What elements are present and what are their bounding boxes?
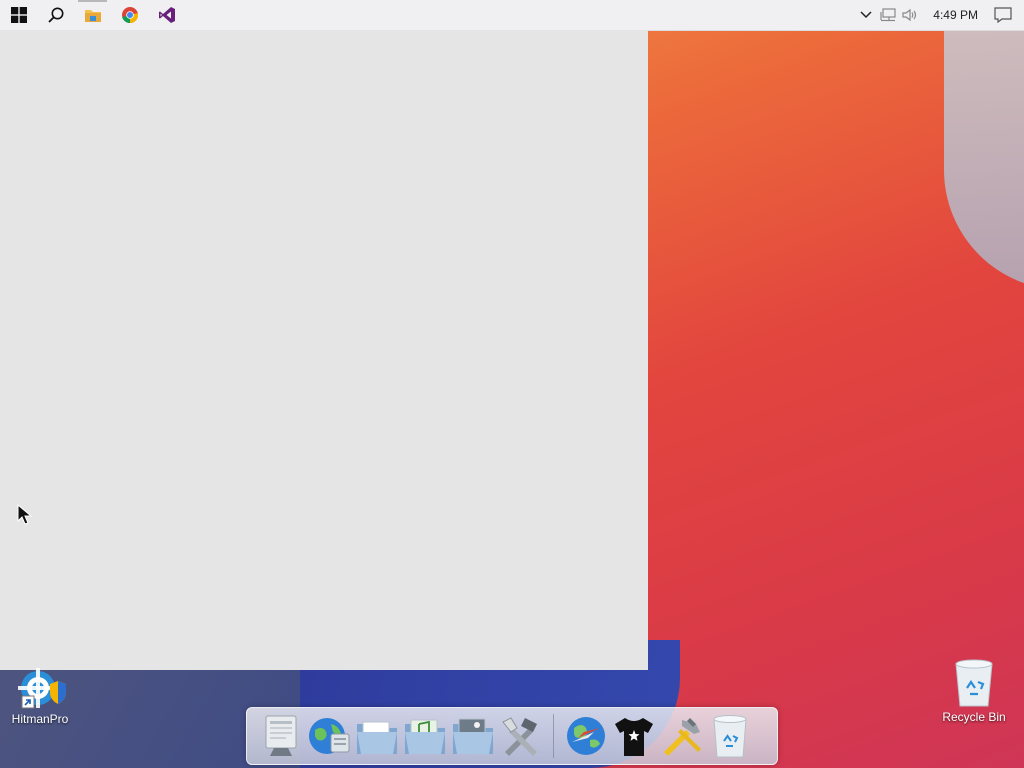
documents-folder-icon: [357, 721, 397, 754]
file-explorer-button[interactable]: [74, 0, 111, 30]
music-folder-icon: [405, 719, 445, 754]
pictures-folder-icon: [453, 718, 493, 754]
hitmanpro-icon: [18, 668, 66, 709]
action-center-button[interactable]: [992, 0, 1014, 30]
dock-item-web-browser[interactable]: [562, 712, 610, 760]
visual-studio-button[interactable]: [148, 0, 185, 30]
blank-app-window[interactable]: [0, 30, 648, 670]
dock-item-trash[interactable]: [706, 712, 754, 760]
search-button[interactable]: [37, 0, 74, 30]
tshirt-app-icon: [615, 718, 653, 756]
developer-hammer-icon: [664, 718, 701, 756]
web-browser-icon: [567, 717, 605, 755]
taskbar-clock[interactable]: 4:49 PM: [933, 8, 978, 22]
dock-item-tshirt-app[interactable]: [610, 712, 658, 760]
notification-icon: [994, 7, 1012, 23]
chrome-icon: [121, 7, 138, 24]
taskbar: 4:49 PM: [0, 0, 1024, 31]
dock-item-documents[interactable]: [353, 712, 401, 760]
chevron-down-icon: [860, 11, 872, 19]
desktop-icon-label: HitmanPro: [11, 712, 69, 726]
dock-separator: [553, 714, 554, 758]
desktop-icon-recycle-bin[interactable]: Recycle Bin: [934, 656, 1014, 724]
network-icon: [880, 8, 896, 22]
search-icon: [47, 7, 63, 23]
wallpaper-curve: [944, 30, 1024, 290]
taskbar-apps: [0, 0, 185, 30]
speaker-icon: [902, 8, 917, 22]
dock-item-pictures[interactable]: [449, 712, 497, 760]
windows-logo-icon: [10, 7, 27, 23]
mouse-cursor-icon: [17, 504, 33, 525]
network-globe-icon: [309, 718, 350, 754]
folder-icon: [84, 10, 101, 22]
desktop-icon-label: Recycle Bin: [942, 710, 1006, 724]
system-tools-icon: [502, 717, 537, 756]
dock-item-system-tools[interactable]: [497, 712, 545, 760]
finder-monitor-icon: [265, 715, 297, 756]
dock: [246, 707, 778, 765]
start-button[interactable]: [0, 0, 37, 30]
show-hidden-icons-button[interactable]: [855, 0, 877, 30]
trash-icon: [713, 715, 747, 758]
system-tray: 4:49 PM: [855, 0, 1024, 30]
dock-item-music[interactable]: [401, 712, 449, 760]
recycle-bin-icon: [955, 659, 993, 707]
dock-item-network[interactable]: [305, 712, 353, 760]
dock-item-developer-tools[interactable]: [658, 712, 706, 760]
network-tray-button[interactable]: [877, 0, 899, 30]
volume-tray-button[interactable]: [899, 0, 921, 30]
desktop-icon-hitmanpro[interactable]: HitmanPro: [0, 668, 80, 726]
dock-item-finder[interactable]: [257, 712, 305, 760]
visual-studio-icon: [158, 7, 175, 23]
chrome-button[interactable]: [111, 0, 148, 30]
